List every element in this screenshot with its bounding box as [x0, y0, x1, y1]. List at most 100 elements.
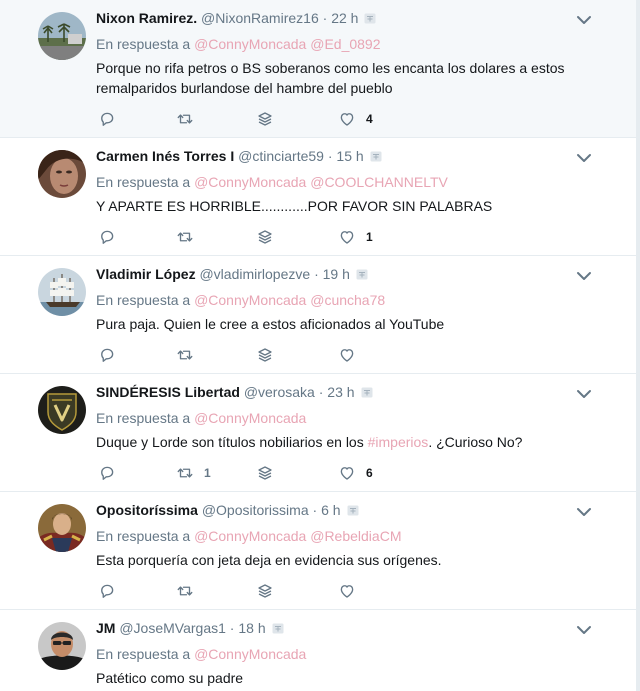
- avatar[interactable]: [38, 386, 86, 434]
- mention-link[interactable]: @ConnyMoncada: [194, 646, 306, 662]
- retweet-icon: [176, 110, 194, 128]
- hashtag-link[interactable]: #imperios: [368, 434, 429, 450]
- like-count: 1: [366, 230, 373, 244]
- stack-button[interactable]: [256, 226, 274, 248]
- translate-icon: [356, 269, 368, 280]
- tweet[interactable]: SINDÉRESIS Libertad @verosaka · 23 h En …: [0, 374, 636, 492]
- tweet-text: Esta porquería con jeta deja en evidenci…: [96, 550, 596, 570]
- tweet-header: Carmen Inés Torres I @ctinciarte59 · 15 …: [96, 148, 382, 164]
- tweet[interactable]: JM @JoseMVargas1 · 18 h En respuesta a @…: [0, 610, 636, 691]
- reply-icon: [98, 464, 116, 482]
- timestamp[interactable]: 6 h: [321, 502, 340, 518]
- user-handle[interactable]: @vladimirlopezve: [199, 266, 310, 282]
- stack-button[interactable]: [256, 108, 274, 130]
- timestamp[interactable]: 19 h: [323, 266, 350, 282]
- like-button[interactable]: 6: [338, 462, 373, 484]
- avatar-image: [38, 12, 86, 60]
- user-handle[interactable]: @verosaka: [244, 384, 315, 400]
- chevron-down-icon[interactable]: [576, 270, 592, 282]
- reply-button[interactable]: [98, 108, 116, 130]
- reply-button[interactable]: [98, 344, 116, 366]
- reply-button[interactable]: [98, 580, 116, 602]
- tweet-header: Opositoríssima @Opositorissima · 6 h: [96, 502, 359, 518]
- reply-icon: [98, 110, 116, 128]
- chevron-down-icon[interactable]: [576, 14, 592, 26]
- mention-link[interactable]: @ConnyMoncada: [194, 174, 306, 190]
- heart-icon: [338, 346, 356, 364]
- reply-button[interactable]: [98, 226, 116, 248]
- mention-link[interactable]: @cuncha78: [310, 292, 385, 308]
- stack-icon: [256, 346, 274, 364]
- translate-icon: [361, 387, 373, 398]
- mention-link[interactable]: @ConnyMoncada: [194, 410, 306, 426]
- stack-icon: [256, 228, 274, 246]
- user-handle[interactable]: @ctinciarte59: [238, 148, 324, 164]
- like-button[interactable]: 1: [338, 226, 373, 248]
- tweet-text-line: Esta porquería con jeta deja en evidenci…: [96, 552, 442, 568]
- mention-link[interactable]: @ConnyMoncada: [194, 292, 306, 308]
- stack-icon: [256, 582, 274, 600]
- stack-button[interactable]: [256, 462, 274, 484]
- display-name[interactable]: Vladimir López: [96, 266, 196, 282]
- heart-icon: [338, 582, 356, 600]
- tweet-header: Nixon Ramirez. @NixonRamirez16 · 22 h: [96, 10, 376, 26]
- display-name[interactable]: Carmen Inés Torres I: [96, 148, 234, 164]
- retweet-button[interactable]: [176, 344, 204, 366]
- mention-link[interactable]: @ConnyMoncada: [194, 528, 306, 544]
- avatar[interactable]: [38, 150, 86, 198]
- stack-button[interactable]: [256, 580, 274, 602]
- tweet-actions: 1: [96, 226, 456, 248]
- tweet-actions: 4: [96, 108, 456, 130]
- user-handle[interactable]: @Opositorissima: [202, 502, 309, 518]
- chevron-down-icon[interactable]: [576, 624, 592, 636]
- user-handle[interactable]: @NixonRamirez16: [201, 10, 319, 26]
- mention-link[interactable]: @ConnyMoncada: [194, 36, 306, 52]
- tweet[interactable]: Opositoríssima @Opositorissima · 6 h En …: [0, 492, 636, 610]
- user-handle[interactable]: @JoseMVargas1: [119, 620, 226, 636]
- tweet[interactable]: Vladimir López @vladimirlopezve · 19 h E…: [0, 256, 636, 374]
- display-name[interactable]: Opositoríssima: [96, 502, 198, 518]
- display-name[interactable]: JM: [96, 620, 115, 636]
- display-name[interactable]: Nixon Ramirez.: [96, 10, 197, 26]
- display-name[interactable]: SINDÉRESIS Libertad: [96, 384, 240, 400]
- like-button[interactable]: [338, 580, 366, 602]
- reply-context: En respuesta a @ConnyMoncada: [96, 410, 306, 426]
- avatar[interactable]: [38, 622, 86, 670]
- chevron-down-icon[interactable]: [576, 152, 592, 164]
- reply-icon: [98, 228, 116, 246]
- avatar-image: [38, 504, 86, 552]
- timestamp[interactable]: 18 h: [238, 620, 265, 636]
- like-button[interactable]: 4: [338, 108, 373, 130]
- avatar[interactable]: [38, 268, 86, 316]
- tweet[interactable]: Nixon Ramirez. @NixonRamirez16 · 22 h En…: [0, 0, 636, 138]
- avatar[interactable]: [38, 12, 86, 60]
- translate-icon: [272, 623, 284, 634]
- tweet-header: Vladimir López @vladimirlopezve · 19 h: [96, 266, 368, 282]
- stack-button[interactable]: [256, 344, 274, 366]
- timestamp[interactable]: 23 h: [327, 384, 354, 400]
- separator: ·: [229, 620, 235, 636]
- tweet[interactable]: Carmen Inés Torres I @ctinciarte59 · 15 …: [0, 138, 636, 256]
- retweet-button[interactable]: 1: [176, 462, 211, 484]
- chevron-down-icon[interactable]: [576, 506, 592, 518]
- mention-link[interactable]: @COOLCHANNELTV: [310, 174, 448, 190]
- chevron-down-icon[interactable]: [576, 388, 592, 400]
- mention-link[interactable]: @Ed_0892: [310, 36, 380, 52]
- timestamp[interactable]: 15 h: [336, 148, 363, 164]
- translate-icon: [364, 13, 376, 24]
- retweet-button[interactable]: [176, 108, 204, 130]
- retweet-button[interactable]: [176, 226, 204, 248]
- avatar[interactable]: [38, 504, 86, 552]
- avatar-image: [38, 150, 86, 198]
- tweet-text-line: Pura paja. Quien le cree a estos aficion…: [96, 316, 445, 332]
- reply-context: En respuesta a @ConnyMoncada @cuncha78: [96, 292, 385, 308]
- reply-button[interactable]: [98, 462, 116, 484]
- tweet-text-line: Y APARTE ES HORRIBLE............POR FAVO…: [96, 198, 493, 214]
- separator: ·: [312, 502, 318, 518]
- mention-link[interactable]: @RebeldiaCM: [310, 528, 401, 544]
- retweet-button[interactable]: [176, 580, 204, 602]
- like-button[interactable]: [338, 344, 366, 366]
- reply-prefix: En respuesta a: [96, 410, 191, 426]
- timestamp[interactable]: 22 h: [331, 10, 358, 26]
- tweet-actions: 1 6: [96, 462, 456, 484]
